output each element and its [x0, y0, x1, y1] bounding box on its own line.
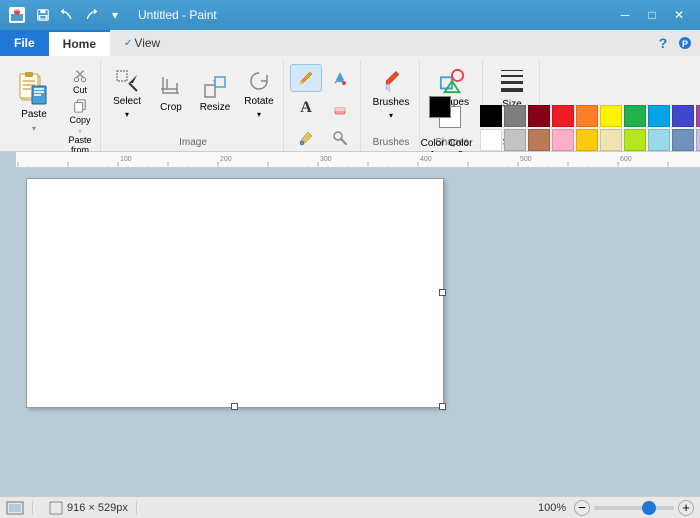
image-group: Select ▾ Crop Resize: [103, 60, 284, 151]
palette-color-8[interactable]: [672, 105, 694, 127]
zoom-controls: 100% − +: [538, 500, 694, 516]
maximize-button[interactable]: □: [639, 2, 665, 28]
canvas-resize-handle-corner[interactable]: [439, 403, 446, 410]
palette-color-11[interactable]: [504, 129, 526, 151]
zoom-in-button[interactable]: +: [678, 500, 694, 516]
resize-label: Resize: [200, 102, 231, 113]
canvas-area: 100200300400500600700: [0, 152, 700, 496]
status-bar: 916 × 529px 100% − +: [0, 496, 700, 518]
cut-label: Cut: [73, 85, 87, 95]
palette-color-19[interactable]: [696, 129, 700, 151]
palette-color-3[interactable]: [552, 105, 574, 127]
copy-label: Copy: [69, 115, 90, 125]
eyedropper-tool-button[interactable]: [290, 124, 322, 152]
rotate-button[interactable]: Rotate ▾: [239, 64, 279, 124]
dimensions-text: 916 × 529px: [67, 502, 128, 514]
file-menu[interactable]: File: [0, 30, 49, 56]
zoom-out-button[interactable]: −: [574, 500, 590, 516]
palette-color-7[interactable]: [648, 105, 670, 127]
ribbon: Paste ▾ Cut: [0, 56, 700, 152]
menu-bar: File Home ✓ View ? P: [0, 30, 700, 56]
zoom-percent: 100%: [538, 502, 570, 514]
svg-text:300: 300: [320, 156, 332, 163]
palette-color-0[interactable]: [480, 105, 502, 127]
svg-text:600: 600: [620, 156, 632, 163]
app-icon: [8, 6, 26, 24]
help-button[interactable]: ?: [652, 32, 674, 54]
palette-color-17[interactable]: [648, 129, 670, 151]
cut-button[interactable]: Cut: [64, 68, 96, 96]
brushes-dropdown-arrow: ▾: [389, 111, 393, 120]
title-bar-title: Untitled - Paint: [138, 8, 217, 22]
view-tab[interactable]: ✓ View: [110, 30, 174, 56]
brushes-button[interactable]: Brushes ▾: [367, 64, 415, 124]
brushes-label: Brushes: [373, 97, 410, 108]
palette-color-10[interactable]: [480, 129, 502, 151]
palette-color-14[interactable]: [576, 129, 598, 151]
paste-dropdown[interactable]: ▾: [32, 124, 36, 133]
undo-button[interactable]: [56, 4, 78, 26]
palette-color-15[interactable]: [600, 129, 622, 151]
colors-group: Color 1 Color 2: [542, 60, 696, 151]
paint-online-button[interactable]: P: [674, 32, 696, 54]
magnifier-tool-button[interactable]: [324, 124, 356, 152]
tools-group: A: [286, 60, 361, 151]
minimize-button[interactable]: ─: [612, 2, 638, 28]
select-button[interactable]: Select ▾: [107, 64, 147, 124]
color-palette: [480, 105, 700, 151]
palette-color-6[interactable]: [624, 105, 646, 127]
zoom-slider-thumb[interactable]: [642, 501, 656, 515]
brushes-group-label: Brushes: [367, 135, 415, 151]
crop-label: Crop: [160, 102, 182, 113]
image-group-label: Image: [107, 135, 279, 151]
pencil-tool-button[interactable]: [290, 64, 322, 92]
horizontal-ruler: 100200300400500600700: [16, 152, 700, 168]
eraser-tool-button[interactable]: [324, 94, 356, 122]
select-label: Select: [113, 96, 141, 107]
palette-color-5[interactable]: [600, 105, 622, 127]
view-check-icon: ✓: [124, 38, 132, 49]
rotate-label: Rotate: [244, 96, 273, 107]
resize-button[interactable]: Resize: [195, 64, 235, 124]
color-preview-area: [427, 94, 467, 134]
color1-swatch[interactable]: [429, 96, 451, 118]
canvas-scroll-area[interactable]: [16, 168, 700, 496]
title-bar: ▾ Untitled - Paint ─ □ ✕: [0, 0, 700, 30]
palette-color-1[interactable]: [504, 105, 526, 127]
fill-tool-button[interactable]: [324, 64, 356, 92]
status-canvas-icon: [6, 501, 33, 515]
clipboard-group: Paste ▾ Cut: [4, 60, 101, 151]
status-dimensions: 916 × 529px: [41, 501, 137, 515]
paint-canvas[interactable]: [26, 178, 444, 408]
palette-color-2[interactable]: [528, 105, 550, 127]
palette-color-12[interactable]: [528, 129, 550, 151]
crop-button[interactable]: Crop: [151, 64, 191, 124]
zoom-slider[interactable]: [594, 506, 674, 510]
svg-text:P: P: [682, 39, 688, 49]
svg-text:200: 200: [220, 156, 232, 163]
home-tab[interactable]: Home: [49, 30, 110, 56]
save-quickaccess-button[interactable]: [32, 4, 54, 26]
redo-button[interactable]: [80, 4, 102, 26]
copy-button[interactable]: Copy: [64, 98, 96, 126]
paste-button[interactable]: Paste: [8, 64, 60, 126]
customize-qa-button[interactable]: ▾: [104, 4, 126, 26]
palette-color-4[interactable]: [576, 105, 598, 127]
text-tool-button[interactable]: A: [290, 94, 322, 122]
palette-color-9[interactable]: [696, 105, 700, 127]
close-button[interactable]: ✕: [666, 2, 692, 28]
svg-text:100: 100: [120, 156, 132, 163]
brushes-group: Brushes ▾ Brushes: [363, 60, 420, 151]
paste-label: Paste: [21, 109, 47, 120]
palette-color-16[interactable]: [624, 129, 646, 151]
palette-color-18[interactable]: [672, 129, 694, 151]
svg-text:400: 400: [420, 156, 432, 163]
canvas-resize-handle-right[interactable]: [439, 289, 446, 296]
svg-text:500: 500: [520, 156, 532, 163]
canvas-resize-handle-bottom[interactable]: [231, 403, 238, 410]
palette-color-13[interactable]: [552, 129, 574, 151]
